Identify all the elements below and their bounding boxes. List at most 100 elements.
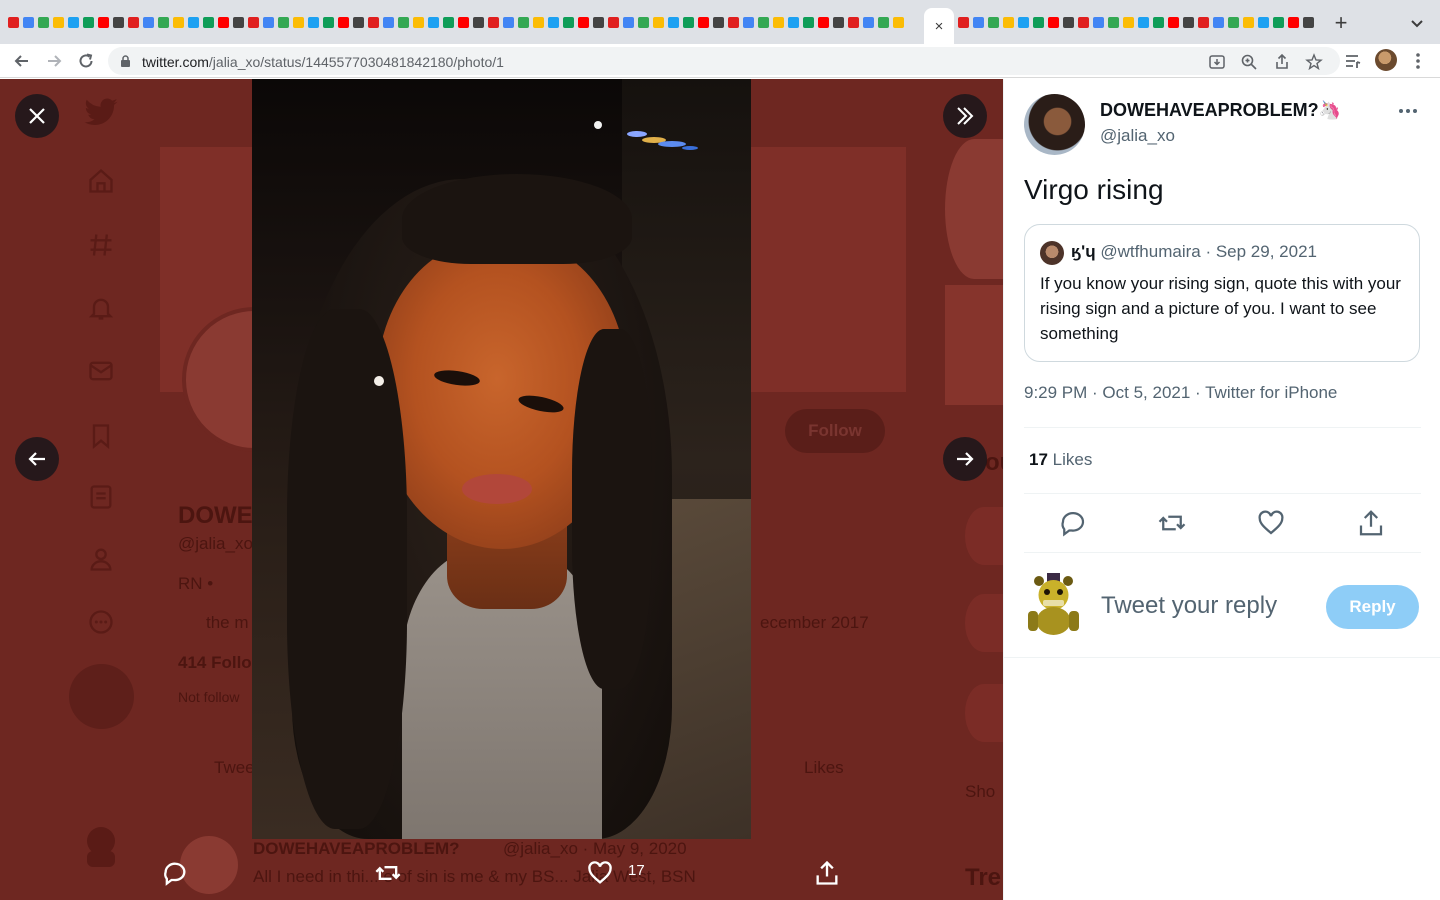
tab-favicon[interactable] xyxy=(1243,17,1254,28)
tab-favicon[interactable] xyxy=(698,17,709,28)
tab-favicon[interactable] xyxy=(38,17,49,28)
tab-favicon[interactable] xyxy=(248,17,259,28)
pinned-tab-favicons[interactable] xyxy=(6,15,924,33)
chevron-down-icon[interactable] xyxy=(1408,14,1426,32)
tab-favicon[interactable] xyxy=(1153,17,1164,28)
reply-button[interactable]: Reply xyxy=(1326,585,1419,629)
tab-favicon[interactable] xyxy=(958,17,969,28)
bookmark-star-icon[interactable] xyxy=(1305,53,1323,71)
quoted-tweet[interactable]: ӄʹɥ @wtfhumaira · Sep 29, 2021 If you kn… xyxy=(1024,224,1420,362)
kebab-menu-icon[interactable] xyxy=(1408,51,1428,71)
tab-favicon[interactable] xyxy=(1183,17,1194,28)
close-viewer-button[interactable] xyxy=(15,94,59,138)
retweet-icon[interactable] xyxy=(1157,508,1187,538)
tab-favicon[interactable] xyxy=(878,17,889,28)
tab-favicon[interactable] xyxy=(893,17,904,28)
tab-favicon[interactable] xyxy=(623,17,634,28)
tab-favicon[interactable] xyxy=(323,17,334,28)
profile-avatar[interactable] xyxy=(1375,49,1397,71)
reload-icon[interactable] xyxy=(76,51,96,71)
tab-favicon[interactable] xyxy=(1108,17,1119,28)
tab-favicon[interactable] xyxy=(973,17,984,28)
tab-favicon[interactable] xyxy=(338,17,349,28)
tab-favicon[interactable] xyxy=(713,17,724,28)
tab-favicon[interactable] xyxy=(1018,17,1029,28)
reply-icon[interactable] xyxy=(161,859,189,887)
tab-favicon[interactable] xyxy=(233,17,244,28)
tab-favicon[interactable] xyxy=(428,17,439,28)
tab-favicon[interactable] xyxy=(443,17,454,28)
toggle-panel-button[interactable] xyxy=(943,94,987,138)
tab-favicon[interactable] xyxy=(1303,17,1314,28)
tab-favicon[interactable] xyxy=(803,17,814,28)
tab-favicon[interactable] xyxy=(1123,17,1134,28)
more-options-icon[interactable] xyxy=(1396,101,1420,121)
tab-favicon[interactable] xyxy=(83,17,94,28)
tab-favicon[interactable] xyxy=(563,17,574,28)
tab-favicon[interactable] xyxy=(218,17,229,28)
tab-favicon[interactable] xyxy=(113,17,124,28)
tab-favicon[interactable] xyxy=(1213,17,1224,28)
tweet-timestamp[interactable]: 9:29 PM · Oct 5, 2021 · Twitter for iPho… xyxy=(1024,383,1337,403)
tab-favicon[interactable] xyxy=(278,17,289,28)
tab-favicon[interactable] xyxy=(158,17,169,28)
forward-arrow-icon[interactable] xyxy=(44,51,64,71)
tab-favicon[interactable] xyxy=(1033,17,1044,28)
tab-favicon[interactable] xyxy=(53,17,64,28)
tab-favicon[interactable] xyxy=(608,17,619,28)
tab-favicon[interactable] xyxy=(1048,17,1059,28)
tab-favicon[interactable] xyxy=(68,17,79,28)
url-text[interactable]: twitter.com/jalia_xo/status/144557703048… xyxy=(142,54,504,70)
tab-favicon[interactable] xyxy=(743,17,754,28)
retweet-icon[interactable] xyxy=(374,859,402,887)
share-icon[interactable] xyxy=(1356,508,1386,538)
tab-favicons-right[interactable] xyxy=(956,15,1318,33)
tab-favicon[interactable] xyxy=(488,17,499,28)
tab-favicon[interactable] xyxy=(1168,17,1179,28)
tweet-photo[interactable] xyxy=(252,79,751,839)
tab-favicon[interactable] xyxy=(638,17,649,28)
tab-favicon[interactable] xyxy=(473,17,484,28)
new-tab-button[interactable]: + xyxy=(1330,12,1352,34)
author-display-name[interactable]: DOWEHAVEAPROBLEM?🦄 xyxy=(1100,100,1341,121)
tab-favicon[interactable] xyxy=(23,17,34,28)
tab-favicon[interactable] xyxy=(353,17,364,28)
tab-favicon[interactable] xyxy=(188,17,199,28)
tab-favicon[interactable] xyxy=(1198,17,1209,28)
share-icon[interactable] xyxy=(1273,53,1291,71)
tab-favicon[interactable] xyxy=(1063,17,1074,28)
tab-favicon[interactable] xyxy=(833,17,844,28)
tab-favicon[interactable] xyxy=(1078,17,1089,28)
reading-list-icon[interactable] xyxy=(1343,51,1363,71)
tab-favicon[interactable] xyxy=(293,17,304,28)
tab-favicon[interactable] xyxy=(668,17,679,28)
tab-favicon[interactable] xyxy=(263,17,274,28)
tab-favicon[interactable] xyxy=(503,17,514,28)
like-icon[interactable] xyxy=(586,859,614,887)
close-icon[interactable]: × xyxy=(935,18,944,35)
install-app-icon[interactable] xyxy=(1208,53,1226,71)
zoom-icon[interactable] xyxy=(1240,53,1258,71)
tab-favicon[interactable] xyxy=(548,17,559,28)
previous-media-button[interactable] xyxy=(15,437,59,481)
address-bar[interactable]: twitter.com/jalia_xo/status/144557703048… xyxy=(108,47,1340,75)
likes-summary[interactable]: 17 Likes xyxy=(1029,450,1092,470)
tab-favicon[interactable] xyxy=(593,17,604,28)
tab-favicon[interactable] xyxy=(398,17,409,28)
tab-favicon[interactable] xyxy=(758,17,769,28)
tab-favicon[interactable] xyxy=(98,17,109,28)
author-handle[interactable]: @jalia_xo xyxy=(1100,126,1175,146)
tab-favicon[interactable] xyxy=(1138,17,1149,28)
tab-favicon[interactable] xyxy=(1093,17,1104,28)
tab-favicon[interactable] xyxy=(728,17,739,28)
tab-favicon[interactable] xyxy=(1003,17,1014,28)
tab-favicon[interactable] xyxy=(518,17,529,28)
like-icon[interactable] xyxy=(1256,508,1286,538)
tab-favicon[interactable] xyxy=(173,17,184,28)
tab-favicon[interactable] xyxy=(308,17,319,28)
tab-favicon[interactable] xyxy=(143,17,154,28)
tab-favicon[interactable] xyxy=(683,17,694,28)
active-tab[interactable]: × xyxy=(924,8,954,44)
current-user-avatar[interactable] xyxy=(1025,573,1082,635)
tab-favicon[interactable] xyxy=(988,17,999,28)
